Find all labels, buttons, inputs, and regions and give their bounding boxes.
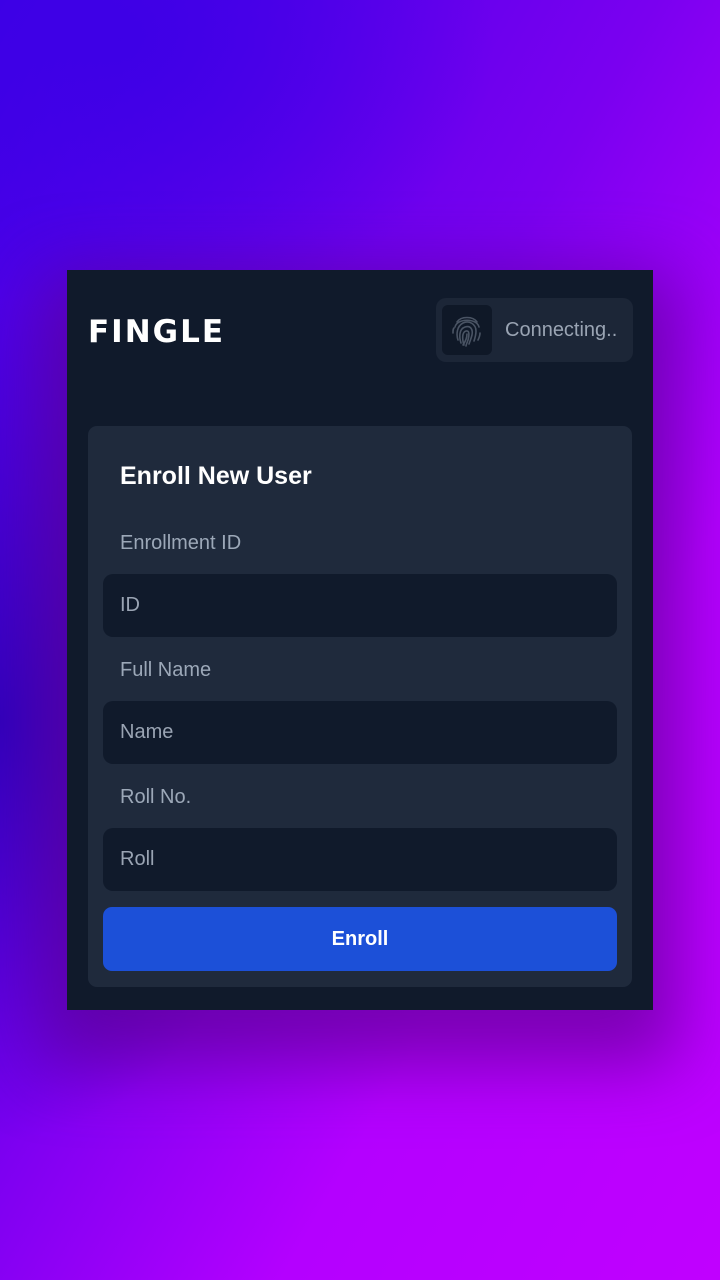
enrollment-id-label: Enrollment ID [120, 532, 242, 554]
full-name-input[interactable] [103, 701, 617, 764]
app-window: FINGLE Connecting.. Enroll New User Enro… [67, 270, 653, 1010]
scanner-status: Connecting.. [436, 298, 633, 362]
full-name-label: Full Name [120, 659, 212, 681]
header: FINGLE Connecting.. [67, 270, 653, 394]
enrollment-id-input[interactable] [103, 574, 617, 637]
roll-no-label: Roll No. [120, 786, 192, 808]
fingerprint-icon [442, 305, 492, 355]
status-text: Connecting.. [505, 318, 618, 341]
brand-logo: FINGLE [88, 314, 226, 350]
roll-no-input[interactable] [103, 828, 617, 891]
enroll-card: Enroll New User Enrollment ID Full Name … [88, 426, 632, 987]
card-title: Enroll New User [120, 462, 312, 490]
enroll-button[interactable]: Enroll [103, 907, 617, 971]
